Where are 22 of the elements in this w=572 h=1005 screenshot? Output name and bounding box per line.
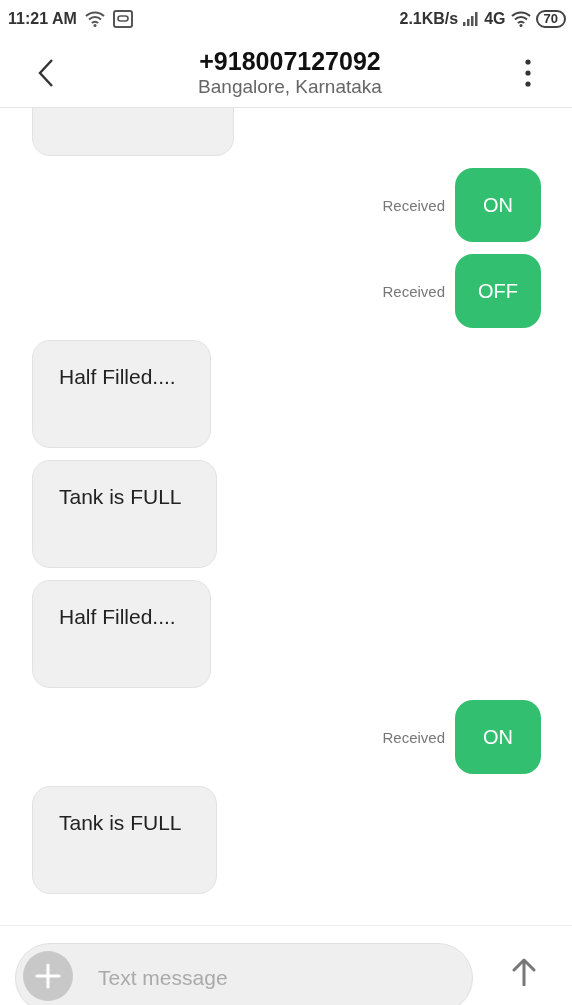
message-bubble[interactable]: Tank is FULL	[32, 786, 217, 894]
send-icon[interactable]	[511, 958, 537, 986]
more-icon[interactable]	[524, 58, 532, 87]
status-time: 11:21 AM	[8, 10, 77, 28]
wifi-icon	[509, 11, 532, 27]
contact-number: +918007127092	[199, 46, 381, 75]
message-bubble[interactable]: Half Filled....	[32, 340, 211, 448]
network-type: 4G	[484, 10, 506, 28]
network-speed: 2.1KB/s	[399, 10, 459, 28]
contact-location: Bangalore, Karnataka	[198, 74, 382, 99]
message-bubble[interactable]: Half Filled....	[32, 580, 211, 688]
delivery-status: Received	[382, 728, 445, 746]
message-field[interactable]: Text message	[15, 943, 473, 1005]
voicemail-icon	[112, 10, 133, 28]
delivery-status: Received	[382, 282, 445, 300]
battery-level: 70	[535, 10, 566, 28]
wifi-icon	[84, 11, 105, 27]
back-icon[interactable]	[36, 57, 56, 88]
message-bubble[interactable]: Tank is FULL	[32, 460, 217, 568]
delivery-status: Received	[382, 196, 445, 214]
signal-icon	[462, 11, 481, 27]
message-input[interactable]: Text message	[96, 965, 464, 991]
